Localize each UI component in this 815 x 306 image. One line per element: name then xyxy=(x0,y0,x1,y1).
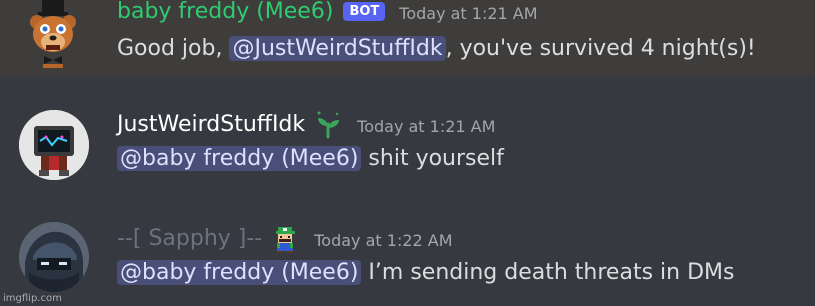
message-1: baby freddy (Mee6) BOT Today at 1:21 AM … xyxy=(0,0,815,76)
message-header: JustWeirdStuffIdk Today at 1:21 AM xyxy=(117,110,495,140)
user-avatar[interactable] xyxy=(19,222,89,292)
watermark: imgflip.com xyxy=(3,293,62,304)
username[interactable]: --[ Sapphy ]-- xyxy=(117,225,262,253)
message-content: Good job, @JustWeirdStuffIdk, you've sur… xyxy=(117,34,756,64)
message-text: Good job, xyxy=(117,36,230,61)
message-text: , you've survived 4 night(s)! xyxy=(445,36,756,61)
message-header: --[ Sapphy ]-- Today at 1:22 AM xyxy=(117,224,453,254)
user-mention[interactable]: @JustWeirdStuffIdk xyxy=(229,36,446,61)
message-header: baby freddy (Mee6) BOT Today at 1:21 AM xyxy=(117,0,538,26)
user-avatar[interactable] xyxy=(19,110,89,180)
bot-tag: BOT xyxy=(343,1,386,21)
username[interactable]: JustWeirdStuffIdk xyxy=(117,111,305,139)
message-text: shit yourself xyxy=(361,146,504,171)
sprout-icon xyxy=(313,110,343,140)
luigi-icon xyxy=(270,224,300,254)
timestamp[interactable]: Today at 1:21 AM xyxy=(399,4,537,23)
user-mention[interactable]: @baby freddy (Mee6) xyxy=(117,260,362,285)
message-2: JustWeirdStuffIdk Today at 1:21 AM @baby… xyxy=(0,98,815,190)
username[interactable]: baby freddy (Mee6) xyxy=(117,0,333,26)
freddy-avatar[interactable] xyxy=(20,0,90,68)
timestamp[interactable]: Today at 1:22 AM xyxy=(314,231,452,250)
user-mention[interactable]: @baby freddy (Mee6) xyxy=(117,146,362,171)
message-3: --[ Sapphy ]-- Today at 1:22 AM @baby fr… xyxy=(0,212,815,306)
message-content: @baby freddy (Mee6) I’m sending death th… xyxy=(117,258,734,288)
message-text: I’m sending death threats in DMs xyxy=(361,260,735,285)
timestamp[interactable]: Today at 1:21 AM xyxy=(357,117,495,136)
message-content: @baby freddy (Mee6) shit yourself xyxy=(117,144,504,174)
